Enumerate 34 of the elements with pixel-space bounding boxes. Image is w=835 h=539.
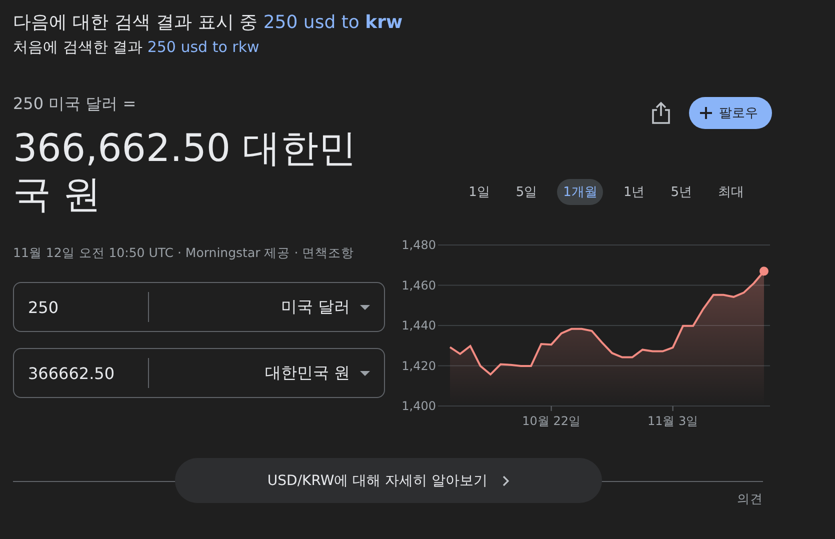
range-tab[interactable]: 최대 xyxy=(712,179,750,205)
range-tab[interactable]: 1일 xyxy=(462,179,496,205)
caret-icon xyxy=(360,370,370,376)
query-link[interactable]: 250 usd to rkw xyxy=(147,38,260,56)
share-button[interactable] xyxy=(651,101,671,125)
follow-button[interactable]: 팔로우 xyxy=(689,97,772,129)
axis-label: 1,420 xyxy=(402,358,436,373)
query-link[interactable]: 250 usd to krw xyxy=(263,12,403,33)
range-tab[interactable]: 5년 xyxy=(664,179,698,205)
converted-amount: 366,662.50 대한민국 원 xyxy=(13,125,358,217)
feedback-link[interactable]: 의견 xyxy=(737,491,763,508)
currency-dropdown[interactable]: 대한민국 원 xyxy=(149,350,384,396)
search-notice-text: 다음에 대한 검색 결과 표시 중 xyxy=(13,12,259,33)
range-tab[interactable]: 1년 xyxy=(617,179,651,205)
amount-field[interactable]: 250 xyxy=(14,292,149,322)
original-query-text: 처음에 검색한 결과 xyxy=(13,38,144,56)
conversion-source: 250 미국 달러 = xyxy=(13,93,138,115)
currency-dropdown[interactable]: 미국 달러 xyxy=(149,284,384,330)
axis-label: 1,400 xyxy=(402,399,436,413)
range-tab[interactable]: 5일 xyxy=(510,179,544,205)
share-icon xyxy=(651,101,671,125)
axis-label: 11월 3일 xyxy=(647,414,698,428)
plus-icon xyxy=(699,106,713,120)
data-source-note: 11월 12일 오전 10:50 UTC · Morningstar 제공 · 면책조항 xyxy=(13,245,356,262)
chevron-right-icon xyxy=(502,474,510,486)
axis-label: 1,460 xyxy=(402,278,436,292)
axis-label: 1,480 xyxy=(402,238,436,252)
range-tab[interactable]: 1개월 xyxy=(557,179,604,205)
amount-field[interactable]: 366662.50 xyxy=(14,358,149,388)
axis-label: 1,440 xyxy=(402,318,436,332)
caret-icon xyxy=(360,304,370,310)
learn-more-button[interactable]: USD/KRW에 대해 자세히 알아보기 xyxy=(175,458,602,503)
axis-label: 10월 22일 xyxy=(522,414,580,428)
latest-point xyxy=(760,266,768,276)
